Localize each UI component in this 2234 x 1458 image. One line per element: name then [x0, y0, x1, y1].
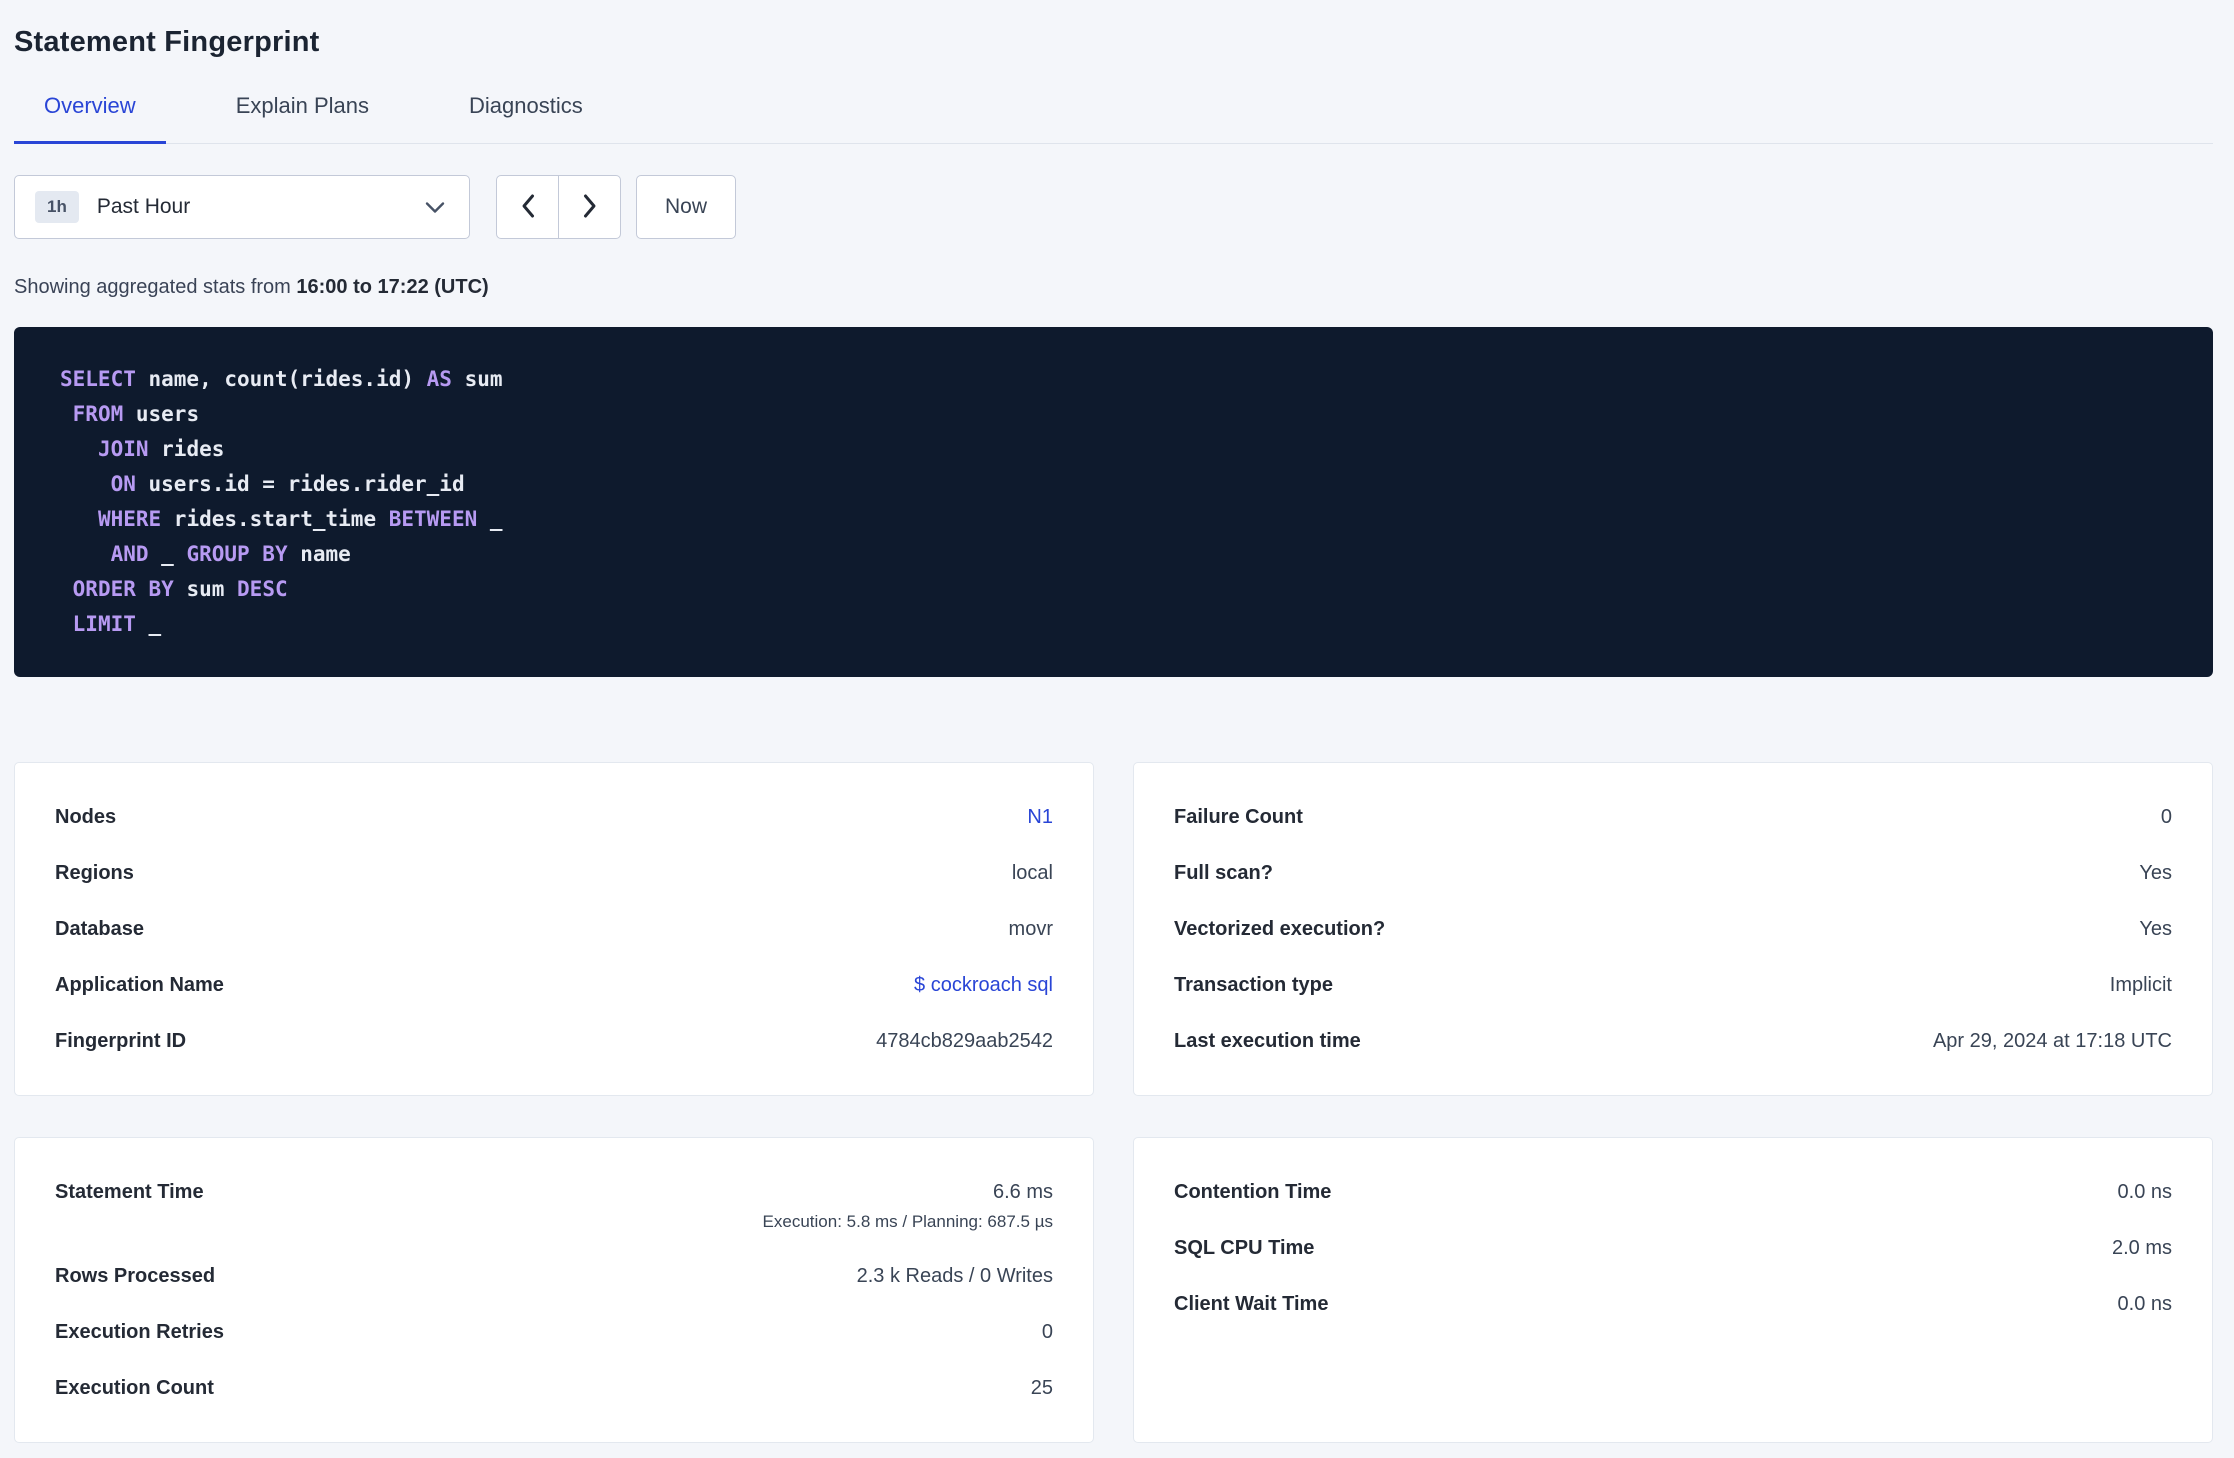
row-label: Rows Processed [55, 1265, 216, 1287]
row-label: Full scan? [1174, 862, 1273, 884]
row-label: Vectorized execution? [1174, 918, 1386, 940]
sql-code: SELECT name, count(rides.id) AS sum FROM… [60, 367, 503, 636]
chevron-left-icon [519, 192, 537, 223]
statement-details-card: Nodes N1 Regions local Database movr App… [14, 762, 1094, 1096]
row-value: 0 [1041, 1321, 1053, 1343]
next-time-button[interactable] [558, 175, 621, 239]
detail-row-last-execution-time: Last execution time Apr 29, 2024 at 17:1… [1174, 1013, 2172, 1069]
row-value: Apr 29, 2024 at 17:18 UTC [1932, 1030, 2172, 1052]
time-range-label: Past Hour [96, 195, 191, 218]
time-picker-row: 1h Past Hour Now [14, 175, 2213, 239]
detail-row-contention-time: Contention Time 0.0 ns [1174, 1164, 2172, 1220]
statement-timing-card: Statement Time 6.6 ms Execution: 5.8 ms … [14, 1137, 1094, 1443]
detail-row-nodes: Nodes N1 [55, 789, 1053, 845]
nodes-link[interactable]: N1 [1027, 804, 1053, 830]
row-value: movr [1008, 918, 1053, 940]
row-subvalue: Execution: 5.8 ms / Planning: 687.5 µs [762, 1212, 1053, 1231]
detail-row-execution-retries: Execution Retries 0 [55, 1304, 1053, 1360]
row-value: 4784cb829aab2542 [876, 1030, 1053, 1052]
aggregated-stats-caption: Showing aggregated stats from 16:00 to 1… [14, 276, 2213, 299]
row-label: SQL CPU Time [1174, 1237, 1315, 1259]
row-label: Database [55, 918, 144, 940]
wait-time-card: Contention Time 0.0 ns SQL CPU Time 2.0 … [1133, 1137, 2213, 1443]
row-value: Yes [2139, 918, 2172, 940]
row-label: Contention Time [1174, 1181, 1332, 1203]
row-label: Nodes [55, 806, 117, 828]
sql-statement-box: SELECT name, count(rides.id) AS sum FROM… [14, 327, 2213, 677]
row-value: 2.0 ms [2111, 1237, 2172, 1259]
tab-overview[interactable]: Overview [14, 93, 166, 144]
tab-bar: Overview Explain Plans Diagnostics [14, 93, 2213, 144]
row-value: Yes [2139, 862, 2172, 884]
previous-time-button[interactable] [496, 175, 559, 239]
detail-row-regions: Regions local [55, 845, 1053, 901]
time-range-badge: 1h [35, 191, 79, 223]
detail-row-execution-count: Execution Count 25 [55, 1360, 1053, 1416]
time-nav-buttons [496, 175, 621, 239]
time-range-dropdown[interactable]: 1h Past Hour [14, 175, 470, 239]
row-value: 0.0 ns [2117, 1181, 2172, 1203]
row-label: Client Wait Time [1174, 1293, 1329, 1315]
row-value: 25 [1030, 1377, 1053, 1399]
tab-explain-plans[interactable]: Explain Plans [206, 93, 399, 144]
row-label: Last execution time [1174, 1030, 1361, 1052]
row-value: Implicit [2109, 974, 2172, 996]
caption-prefix: Showing aggregated stats from [14, 276, 297, 298]
detail-row-full-scan: Full scan? Yes [1174, 845, 2172, 901]
row-label: Fingerprint ID [55, 1030, 187, 1052]
summary-cards-row: Nodes N1 Regions local Database movr App… [14, 762, 2213, 1096]
statement-fingerprint-page: Statement Fingerprint Overview Explain P… [0, 0, 2234, 1443]
timing-cards-row: Statement Time 6.6 ms Execution: 5.8 ms … [14, 1137, 2213, 1443]
detail-row-rows-processed: Rows Processed 2.3 k Reads / 0 Writes [55, 1248, 1053, 1304]
detail-row-transaction-type: Transaction type Implicit [1174, 957, 2172, 1013]
row-label: Execution Retries [55, 1321, 224, 1343]
detail-row-statement-time: Statement Time 6.6 ms Execution: 5.8 ms … [55, 1164, 1053, 1248]
detail-row-client-wait-time: Client Wait Time 0.0 ns [1174, 1276, 2172, 1332]
detail-row-application-name: Application Name $ cockroach sql [55, 957, 1053, 1013]
row-label: Regions [55, 862, 134, 884]
chevron-right-icon [581, 192, 599, 223]
detail-row-vectorized: Vectorized execution? Yes [1174, 901, 2172, 957]
row-label: Application Name [55, 974, 224, 996]
detail-row-fingerprint-id: Fingerprint ID 4784cb829aab2542 [55, 1013, 1053, 1069]
row-label: Transaction type [1174, 974, 1333, 996]
row-value: 2.3 k Reads / 0 Writes [856, 1265, 1053, 1287]
tab-diagnostics[interactable]: Diagnostics [439, 93, 613, 144]
chevron-down-icon [425, 201, 445, 214]
page-title: Statement Fingerprint [14, 26, 320, 58]
row-value: local [1011, 862, 1053, 884]
caption-time-range: 16:00 to 17:22 (UTC) [296, 276, 489, 298]
row-value: 0.0 ns [2117, 1293, 2172, 1315]
row-label: Execution Count [55, 1377, 214, 1399]
application-name-link[interactable]: $ cockroach sql [914, 972, 1053, 998]
row-value: 0 [2160, 806, 2172, 828]
row-value: 6.6 ms [992, 1181, 1053, 1203]
detail-row-database: Database movr [55, 901, 1053, 957]
row-label: Failure Count [1174, 806, 1303, 828]
detail-row-sql-cpu-time: SQL CPU Time 2.0 ms [1174, 1220, 2172, 1276]
now-button[interactable]: Now [636, 175, 737, 239]
row-label: Statement Time [55, 1181, 204, 1203]
detail-row-failure-count: Failure Count 0 [1174, 789, 2172, 845]
execution-attributes-card: Failure Count 0 Full scan? Yes Vectorize… [1133, 762, 2213, 1096]
statement-time-values: 6.6 ms Execution: 5.8 ms / Planning: 687… [763, 1179, 1053, 1233]
